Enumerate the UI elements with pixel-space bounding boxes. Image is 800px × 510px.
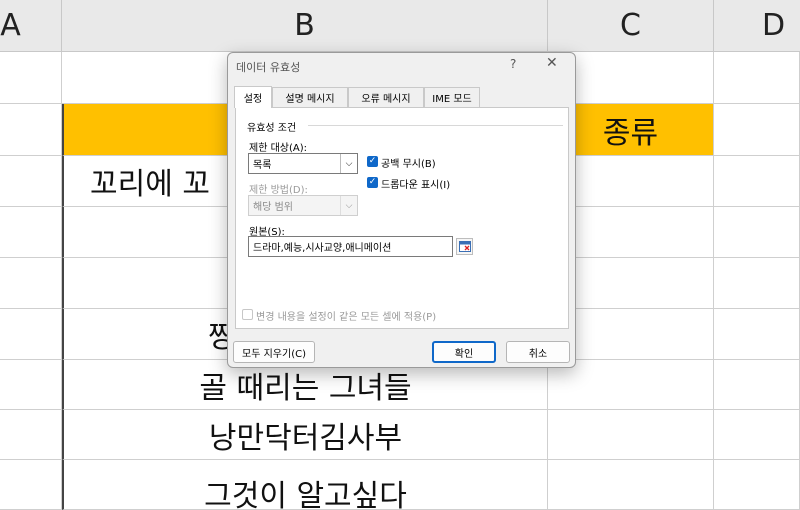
column-header-a[interactable]: A	[0, 0, 62, 52]
cell-d7[interactable]	[714, 360, 800, 410]
cell-d8[interactable]	[714, 410, 800, 460]
method-select: 해당 범위 ⌵	[248, 195, 358, 216]
cell-d3[interactable]	[714, 156, 800, 207]
cell-a4[interactable]	[0, 207, 62, 258]
dropdown-checkbox[interactable]: ✓	[367, 177, 378, 188]
allow-select-value: 목록	[253, 156, 271, 171]
cell-d5[interactable]	[714, 258, 800, 309]
cell-a3[interactable]	[0, 156, 62, 207]
column-header-c[interactable]: C	[548, 0, 714, 52]
column-header-d[interactable]: D	[714, 0, 800, 52]
cell-c8[interactable]	[548, 410, 714, 460]
clear-all-button[interactable]: 모두 지우기(C)	[233, 341, 315, 363]
header-type-text: 종류	[603, 108, 658, 152]
cell-b8[interactable]: 낭만닥터김사부	[62, 410, 548, 460]
help-icon[interactable]: ?	[510, 57, 516, 71]
cell-a2[interactable]	[0, 104, 62, 156]
apply-all-checkbox	[242, 309, 253, 320]
cell-a9[interactable]	[0, 460, 62, 510]
tab-ime-mode[interactable]: IME 모드	[424, 87, 480, 107]
row-title-7: 그것이 알고싶다	[204, 471, 407, 510]
cell-a8[interactable]	[0, 410, 62, 460]
source-input-value: 드라마,예능,시사교양,애니메이션	[253, 239, 391, 254]
cell-c9[interactable]	[548, 460, 714, 510]
tab-error-alert[interactable]: 오류 메시지	[348, 87, 424, 107]
validation-criteria-label: 유효성 조건	[247, 119, 296, 134]
method-select-value: 해당 범위	[253, 198, 293, 213]
cell-d1[interactable]	[714, 52, 800, 104]
ok-button[interactable]: 확인	[432, 341, 496, 363]
cell-c7[interactable]	[548, 360, 714, 410]
cell-b9[interactable]: 그것이 알고싶다	[62, 460, 548, 510]
ignore-blank-label[interactable]: 공백 무시(B)	[381, 155, 436, 170]
cell-a6[interactable]	[0, 309, 62, 360]
apply-all-label: 변경 내용을 설정이 같은 모든 셀에 적용(P)	[256, 308, 436, 323]
close-icon[interactable]: ✕	[546, 55, 558, 71]
tab-input-message[interactable]: 설명 메시지	[272, 87, 348, 107]
cell-d2[interactable]	[714, 104, 800, 156]
dialog-title: 데이터 유효성	[236, 59, 300, 75]
ignore-blank-checkbox[interactable]: ✓	[367, 156, 378, 167]
allow-select[interactable]: 목록 ⌵	[248, 153, 358, 174]
column-header-b[interactable]: B	[62, 0, 548, 52]
cell-a5[interactable]	[0, 258, 62, 309]
cell-a1[interactable]	[0, 52, 62, 104]
range-select-button[interactable]	[456, 238, 473, 255]
row-title-5: 골 때리는 그녀들	[199, 363, 411, 407]
tab-settings[interactable]: 설정	[234, 86, 272, 108]
cell-d4[interactable]	[714, 207, 800, 258]
chevron-down-icon: ⌵	[340, 196, 357, 215]
method-label: 제한 방법(D):	[249, 181, 308, 196]
group-divider	[308, 125, 563, 126]
cell-d6[interactable]	[714, 309, 800, 360]
row-title-6: 낭만닥터김사부	[209, 413, 402, 457]
chevron-down-icon[interactable]: ⌵	[340, 154, 357, 173]
dropdown-label[interactable]: 드롭다운 표시(I)	[381, 176, 450, 191]
cell-d9[interactable]	[714, 460, 800, 510]
source-input[interactable]: 드라마,예능,시사교양,애니메이션	[248, 236, 453, 257]
range-picker-icon	[459, 241, 471, 252]
row-title-1: 꼬리에 꼬	[90, 159, 210, 203]
cancel-button[interactable]: 취소	[506, 341, 570, 363]
allow-label: 제한 대상(A):	[249, 139, 307, 154]
data-validation-dialog: 데이터 유효성 ? ✕ 설정 설명 메시지 오류 메시지 IME 모드 유효성 …	[227, 52, 576, 368]
cell-a7[interactable]	[0, 360, 62, 410]
